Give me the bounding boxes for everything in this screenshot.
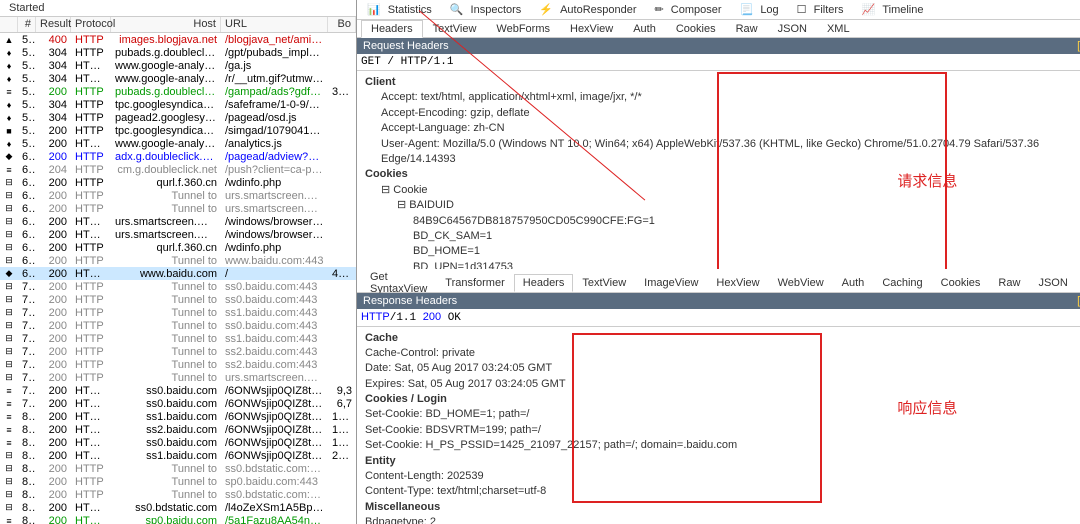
note-response: 响应信息 <box>897 397 957 418</box>
request-line: GET / HTTP/1.1 <box>357 54 1080 71</box>
session-row[interactable]: ♦53304HTTPSwww.google-analyti.../ga.js <box>0 59 356 72</box>
tb-timeline[interactable]: 📈 Timeline <box>858 2 932 17</box>
session-row[interactable]: ♦57304HTTPpagead2.googlesyn.../pagead/os… <box>0 111 356 124</box>
request-tabs: HeadersTextViewWebFormsHexViewAuthCookie… <box>357 20 1080 38</box>
response-header-title: Response Headers <box>363 295 457 307</box>
session-row[interactable]: ⊟67200HTTPqurl.f.360.cn/wdinfo.php <box>0 241 356 254</box>
col-host: Host <box>111 17 221 32</box>
req-tab[interactable]: WebForms <box>486 20 560 38</box>
session-row[interactable]: ≡80200HTTPSss1.baidu.com/6ONWsjip0QIZ8ty… <box>0 410 356 423</box>
tb-autoresponder[interactable]: ⚡ AutoResponder <box>535 2 644 17</box>
session-row[interactable]: ⊟76200HTTPTunnel toss2.baidu.com:443 <box>0 358 356 371</box>
session-row[interactable]: ≡81200HTTPSss2.baidu.com/6ONWsjip0QIZ8ty… <box>0 423 356 436</box>
session-rows[interactable]: ▲51400HTTPimages.blogjava.net/blogjava_n… <box>0 33 356 524</box>
tb-composer[interactable]: ✏ Composer <box>651 2 730 17</box>
session-row[interactable]: ≡88200HTTPSsp0.baidu.com/5a1Fazu8AA54nxG… <box>0 514 356 524</box>
annotation-box-2 <box>572 333 822 503</box>
session-row[interactable]: ◆60200HTTPadx.g.doubleclick.net/pagead/a… <box>0 150 356 163</box>
session-row[interactable]: ⊟84200HTTPTunnel toss0.bdstatic.com:443 <box>0 462 356 475</box>
req-tab[interactable]: Cookies <box>666 20 726 38</box>
status-line: HTTP/1.1 200 OK <box>357 309 1080 327</box>
request-header-title: Request Headers <box>363 40 449 52</box>
req-tab[interactable]: XML <box>817 20 860 38</box>
left-top-tabs: Started <box>0 0 356 17</box>
response-tree[interactable]: CacheCache-Control: privateDate: Sat, 05… <box>357 327 1080 524</box>
request-tree[interactable]: ClientAccept: text/html, application/xht… <box>357 71 1080 269</box>
resp-tab[interactable]: Cookies <box>932 274 990 292</box>
req-tab[interactable]: Raw <box>726 20 768 38</box>
session-row[interactable]: ≡61204HTTPcm.g.doubleclick.net/push?clie… <box>0 163 356 176</box>
session-row[interactable]: ⊟86200HTTPTunnel toss0.bdstatic.com:443 <box>0 488 356 501</box>
columns-header[interactable]: # Result Protocol Host URL Bo <box>0 17 356 33</box>
session-row[interactable]: ⊟63200HTTPTunnel tours.smartscreen.micro… <box>0 189 356 202</box>
resp-tab[interactable]: Headers <box>514 274 574 292</box>
session-row[interactable]: ≡79200HTTPSss0.baidu.com/6ONWsjip0QIZ8ty… <box>0 397 356 410</box>
col-body: Bo <box>328 17 356 32</box>
req-tab[interactable]: HexView <box>560 20 623 38</box>
resp-tab[interactable]: Caching <box>873 274 931 292</box>
session-row[interactable]: ⊟72200HTTPTunnel toss1.baidu.com:443 <box>0 306 356 319</box>
resp-tab[interactable]: JSON <box>1029 274 1076 292</box>
col-protocol: Protocol <box>71 17 111 32</box>
resp-tab[interactable]: HexView <box>707 274 768 292</box>
col-num: # <box>18 17 36 32</box>
session-row[interactable]: ⊟66200HTTPSurs.smartscreen.mi.../windows… <box>0 228 356 241</box>
tb-statistics[interactable]: 📊 Statistics <box>363 2 440 17</box>
right-toolbar: 📊 Statistics 🔍 Inspectors ⚡ AutoResponde… <box>357 0 1080 20</box>
session-row[interactable]: ▲51400HTTPimages.blogjava.net/blogjava_n… <box>0 33 356 46</box>
session-row[interactable]: ≡55200HTTPpubads.g.doubleclic.../gampad/… <box>0 85 356 98</box>
sessions-panel: Started # Result Protocol Host URL Bo ▲5… <box>0 0 357 524</box>
resp-tab[interactable]: ImageView <box>635 274 707 292</box>
session-row[interactable]: ⊟64200HTTPTunnel tours.smartscreen.micro… <box>0 202 356 215</box>
req-tab[interactable]: Auth <box>623 20 666 38</box>
session-row[interactable]: ≡82200HTTPSss0.baidu.com/6ONWsjip0QIZ8ty… <box>0 436 356 449</box>
session-row[interactable]: ⊟85200HTTPTunnel tosp0.baidu.com:443 <box>0 475 356 488</box>
session-row[interactable]: ♦59200HTTPSwww.google-analyti.../analyti… <box>0 137 356 150</box>
session-row[interactable]: ⊟74200HTTPTunnel toss1.baidu.com:443 <box>0 332 356 345</box>
resp-tab[interactable]: Auth <box>833 274 874 292</box>
session-row[interactable]: ⊟62200HTTPqurl.f.360.cn/wdinfo.php <box>0 176 356 189</box>
tb-log[interactable]: 📃 Log <box>736 2 787 17</box>
resp-tab[interactable]: Transformer <box>436 274 514 292</box>
req-tab[interactable]: JSON <box>768 20 817 38</box>
session-row[interactable]: ♦54304HTTPSwww.google-analyti.../r/__utm… <box>0 72 356 85</box>
session-row[interactable]: ⊟83200HTTPSss1.baidu.com/6ONWsjip0QIZ8ty… <box>0 449 356 462</box>
session-row[interactable]: ⊟77200HTTPTunnel tours.smartscreen.micro… <box>0 371 356 384</box>
session-row[interactable]: ⊟65200HTTPSurs.smartscreen.mi.../windows… <box>0 215 356 228</box>
session-row[interactable]: ⊟75200HTTPTunnel toss2.baidu.com:443 <box>0 345 356 358</box>
resp-tab[interactable]: WebView <box>769 274 833 292</box>
col-result: Result <box>36 17 71 32</box>
col-icon <box>0 17 18 32</box>
session-row[interactable]: ◆69200HTTPSwww.baidu.com/48,5 <box>0 267 356 280</box>
tb-inspectors[interactable]: 🔍 Inspectors <box>446 2 530 17</box>
note-request: 请求信息 <box>897 170 957 191</box>
session-row[interactable]: ⊟70200HTTPTunnel toss0.baidu.com:443 <box>0 280 356 293</box>
session-row[interactable]: ■58200HTTPtpc.googlesyndicati.../simgad/… <box>0 124 356 137</box>
session-row[interactable]: ⊟87200HTTPSss0.bdstatic.com/l4oZeXSm1A5B… <box>0 501 356 514</box>
response-header-bar: Response Headers [Raw] [ <box>357 293 1080 309</box>
session-row[interactable]: ⊟71200HTTPTunnel toss0.baidu.com:443 <box>0 293 356 306</box>
response-tabs: Get SyntaxViewTransformerHeadersTextView… <box>357 275 1080 293</box>
session-row[interactable]: ⊟68200HTTPTunnel towww.baidu.com:443 <box>0 254 356 267</box>
session-row[interactable]: ≡78200HTTPSss0.baidu.com/6ONWsjip0QIZ8ty… <box>0 384 356 397</box>
tb-filters[interactable]: ☐ Filters <box>793 2 852 17</box>
session-row[interactable]: ♦52304HTTPpubads.g.doubleclic.../gpt/pub… <box>0 46 356 59</box>
req-tab[interactable]: Headers <box>361 20 423 38</box>
tab-started[interactable]: Started <box>4 1 49 15</box>
resp-tab[interactable]: Raw <box>989 274 1029 292</box>
right-panel: 📊 Statistics 🔍 Inspectors ⚡ AutoResponde… <box>357 0 1080 524</box>
resp-tab[interactable]: TextView <box>573 274 635 292</box>
col-url: URL <box>221 17 328 32</box>
request-header-bar: Request Headers [Raw] [ <box>357 38 1080 54</box>
session-row[interactable]: ♦56304HTTPtpc.googlesyndicati.../safefra… <box>0 98 356 111</box>
session-row[interactable]: ⊟73200HTTPTunnel toss0.baidu.com:443 <box>0 319 356 332</box>
